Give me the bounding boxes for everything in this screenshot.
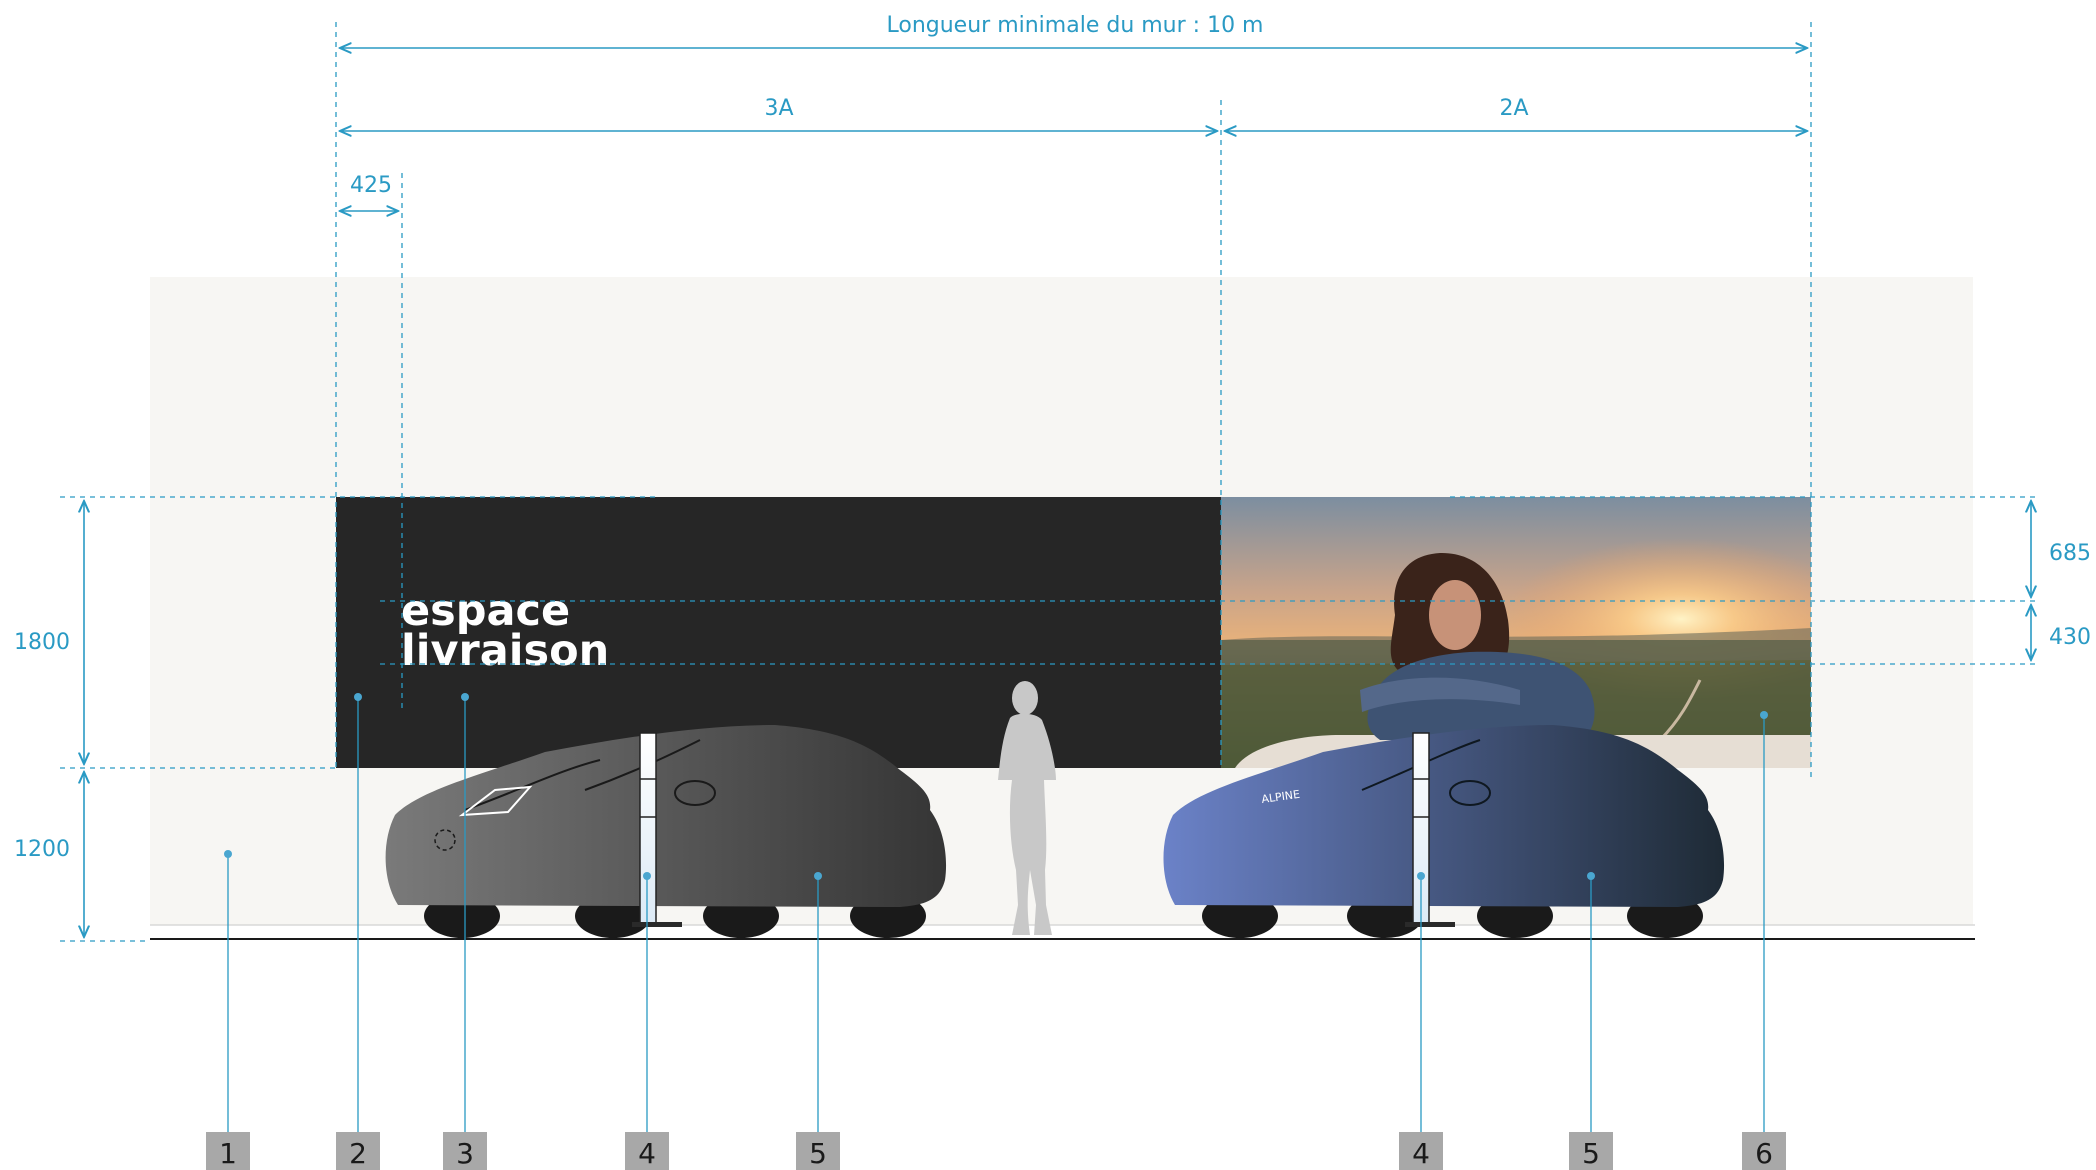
dim-base-height: 1200: [14, 837, 70, 862]
svg-text:2: 2: [349, 1137, 367, 1170]
wall-elevation-diagram: espace livraison ALPINE Longueur minimal…: [14, 13, 2091, 1170]
dim-right-section: 2A: [1499, 96, 1528, 121]
svg-text:5: 5: [809, 1137, 827, 1170]
legend-item: 6: [1742, 1132, 1786, 1170]
svg-text:4: 4: [638, 1137, 656, 1170]
legend-item: 5: [796, 1132, 840, 1170]
svg-text:6: 6: [1755, 1137, 1773, 1170]
dim-panel-height: 1800: [14, 630, 70, 655]
svg-text:5: 5: [1582, 1137, 1600, 1170]
svg-text:4: 4: [1412, 1137, 1430, 1170]
legend: 1 2 3 4 5 4 5 6: [206, 1132, 1786, 1170]
legend-item: 4: [1399, 1132, 1443, 1170]
legend-item: 3: [443, 1132, 487, 1170]
legend-item: 5: [1569, 1132, 1613, 1170]
dim-wall-length-label: Longueur minimale du mur : 10 m: [887, 13, 1264, 38]
dim-image-top: 685: [2049, 541, 2091, 566]
panel-title-line2: livraison: [401, 626, 609, 676]
legend-item: 2: [336, 1132, 380, 1170]
legend-item: 1: [206, 1132, 250, 1170]
dim-left-section: 3A: [764, 96, 793, 121]
dim-logo-offset-label: 425: [350, 173, 392, 198]
legend-item: 4: [625, 1132, 669, 1170]
svg-text:3: 3: [456, 1137, 474, 1170]
svg-text:1: 1: [219, 1137, 237, 1170]
dim-image-mid: 430: [2049, 625, 2091, 650]
